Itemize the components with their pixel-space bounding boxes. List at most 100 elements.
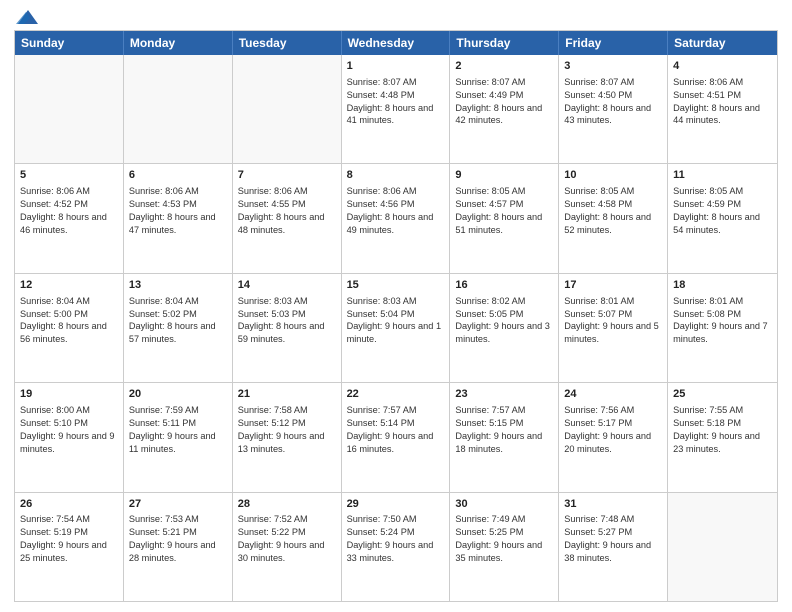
cell-details: Sunrise: 8:06 AM Sunset: 4:53 PM Dayligh…	[129, 185, 227, 237]
day-number: 11	[673, 168, 772, 183]
day-number: 3	[564, 59, 662, 74]
cal-cell: 7Sunrise: 8:06 AM Sunset: 4:55 PM Daylig…	[233, 164, 342, 272]
cal-cell: 8 Sunrise: 8:06 AM Sunset: 4:56 PM Daylig…	[342, 164, 451, 272]
day-number: 25	[673, 387, 772, 402]
day-number: 16	[455, 278, 553, 293]
day-number: 4	[673, 59, 772, 74]
cell-details: Sunrise: 8:07 AM Sunset: 4:49 PM Dayligh…	[455, 76, 553, 128]
day-number: 26	[20, 497, 118, 512]
cell-details: Sunrise: 8:03 AM Sunset: 5:03 PM Dayligh…	[238, 295, 336, 347]
week-row-1: 1 Sunrise: 8:07 AM Sunset: 4:48 PM Daylig…	[15, 55, 777, 164]
day-number: 10	[564, 168, 662, 183]
cal-cell: 16 Sunrise: 8:02 AM Sunset: 5:05 PM Dayli…	[450, 274, 559, 382]
day-number: 1	[347, 59, 445, 74]
week-row-5: 26Sunrise: 7:54 AM Sunset: 5:19 PM Dayli…	[15, 493, 777, 601]
day-number: 2	[455, 59, 553, 74]
calendar-body: 1 Sunrise: 8:07 AM Sunset: 4:48 PM Daylig…	[15, 55, 777, 601]
cal-cell: 11 Sunrise: 8:05 AM Sunset: 4:59 PM Dayli…	[668, 164, 777, 272]
cell-details: Sunrise: 8:02 AM Sunset: 5:05 PM Dayligh…	[455, 295, 553, 347]
cell-details: Sunrise: 8:05 AM Sunset: 4:57 PM Dayligh…	[455, 185, 553, 237]
cal-cell	[124, 55, 233, 163]
header	[14, 10, 778, 24]
day-number: 28	[238, 497, 336, 512]
day-header-wednesday: Wednesday	[342, 31, 451, 55]
day-number: 8	[347, 168, 445, 183]
cell-details: Sunrise: 8:06 AM Sunset: 4:52 PM Dayligh…	[20, 185, 118, 237]
cell-details: Sunrise: 8:05 AM Sunset: 4:59 PM Dayligh…	[673, 185, 772, 237]
cell-details: Sunrise: 8:07 AM Sunset: 4:50 PM Dayligh…	[564, 76, 662, 128]
cal-cell: 9Sunrise: 8:05 AM Sunset: 4:57 PM Daylig…	[450, 164, 559, 272]
day-header-saturday: Saturday	[668, 31, 777, 55]
week-row-3: 12 Sunrise: 8:04 AM Sunset: 5:00 PM Dayli…	[15, 274, 777, 383]
cal-cell: 22 Sunrise: 7:57 AM Sunset: 5:14 PM Dayli…	[342, 383, 451, 491]
cal-cell: 24Sunrise: 7:56 AM Sunset: 5:17 PM Dayli…	[559, 383, 668, 491]
cal-cell: 5Sunrise: 8:06 AM Sunset: 4:52 PM Daylig…	[15, 164, 124, 272]
cal-cell: 19 Sunrise: 8:00 AM Sunset: 5:10 PM Dayli…	[15, 383, 124, 491]
cal-cell: 17 Sunrise: 8:01 AM Sunset: 5:07 PM Dayli…	[559, 274, 668, 382]
cal-cell: 30Sunrise: 7:49 AM Sunset: 5:25 PM Dayli…	[450, 493, 559, 601]
day-number: 18	[673, 278, 772, 293]
day-header-tuesday: Tuesday	[233, 31, 342, 55]
cell-details: Sunrise: 8:00 AM Sunset: 5:10 PM Dayligh…	[20, 404, 118, 456]
cell-details: Sunrise: 7:55 AM Sunset: 5:18 PM Dayligh…	[673, 404, 772, 456]
cell-details: Sunrise: 7:54 AM Sunset: 5:19 PM Dayligh…	[20, 513, 118, 565]
day-header-friday: Friday	[559, 31, 668, 55]
cal-cell: 6 Sunrise: 8:06 AM Sunset: 4:53 PM Daylig…	[124, 164, 233, 272]
cell-details: Sunrise: 8:04 AM Sunset: 5:00 PM Dayligh…	[20, 295, 118, 347]
day-number: 20	[129, 387, 227, 402]
cell-details: Sunrise: 7:59 AM Sunset: 5:11 PM Dayligh…	[129, 404, 227, 456]
calendar-header-row: SundayMondayTuesdayWednesdayThursdayFrid…	[15, 31, 777, 55]
cal-cell: 31Sunrise: 7:48 AM Sunset: 5:27 PM Dayli…	[559, 493, 668, 601]
cal-cell	[15, 55, 124, 163]
cal-cell: 27Sunrise: 7:53 AM Sunset: 5:21 PM Dayli…	[124, 493, 233, 601]
cal-cell: 20 Sunrise: 7:59 AM Sunset: 5:11 PM Dayli…	[124, 383, 233, 491]
day-number: 17	[564, 278, 662, 293]
day-number: 12	[20, 278, 118, 293]
cell-details: Sunrise: 7:56 AM Sunset: 5:17 PM Dayligh…	[564, 404, 662, 456]
cell-details: Sunrise: 8:07 AM Sunset: 4:48 PM Dayligh…	[347, 76, 445, 128]
cell-details: Sunrise: 7:58 AM Sunset: 5:12 PM Dayligh…	[238, 404, 336, 456]
day-number: 15	[347, 278, 445, 293]
cal-cell: 28Sunrise: 7:52 AM Sunset: 5:22 PM Dayli…	[233, 493, 342, 601]
cal-cell: 2 Sunrise: 8:07 AM Sunset: 4:49 PM Daylig…	[450, 55, 559, 163]
cal-cell: 10 Sunrise: 8:05 AM Sunset: 4:58 PM Dayli…	[559, 164, 668, 272]
cell-details: Sunrise: 7:50 AM Sunset: 5:24 PM Dayligh…	[347, 513, 445, 565]
day-number: 31	[564, 497, 662, 512]
cal-cell: 21 Sunrise: 7:58 AM Sunset: 5:12 PM Dayli…	[233, 383, 342, 491]
cal-cell: 12 Sunrise: 8:04 AM Sunset: 5:00 PM Dayli…	[15, 274, 124, 382]
cell-details: Sunrise: 7:53 AM Sunset: 5:21 PM Dayligh…	[129, 513, 227, 565]
cal-cell: 1 Sunrise: 8:07 AM Sunset: 4:48 PM Daylig…	[342, 55, 451, 163]
cal-cell: 13Sunrise: 8:04 AM Sunset: 5:02 PM Dayli…	[124, 274, 233, 382]
cell-details: Sunrise: 8:01 AM Sunset: 5:07 PM Dayligh…	[564, 295, 662, 347]
day-number: 22	[347, 387, 445, 402]
cell-details: Sunrise: 8:06 AM Sunset: 4:56 PM Dayligh…	[347, 185, 445, 237]
day-number: 21	[238, 387, 336, 402]
cell-details: Sunrise: 8:05 AM Sunset: 4:58 PM Dayligh…	[564, 185, 662, 237]
day-number: 30	[455, 497, 553, 512]
day-number: 19	[20, 387, 118, 402]
cal-cell: 18 Sunrise: 8:01 AM Sunset: 5:08 PM Dayli…	[668, 274, 777, 382]
week-row-2: 5Sunrise: 8:06 AM Sunset: 4:52 PM Daylig…	[15, 164, 777, 273]
cell-details: Sunrise: 8:01 AM Sunset: 5:08 PM Dayligh…	[673, 295, 772, 347]
day-header-sunday: Sunday	[15, 31, 124, 55]
cell-details: Sunrise: 8:04 AM Sunset: 5:02 PM Dayligh…	[129, 295, 227, 347]
cell-details: Sunrise: 8:03 AM Sunset: 5:04 PM Dayligh…	[347, 295, 445, 347]
cal-cell: 15 Sunrise: 8:03 AM Sunset: 5:04 PM Dayli…	[342, 274, 451, 382]
day-header-monday: Monday	[124, 31, 233, 55]
cell-details: Sunrise: 7:49 AM Sunset: 5:25 PM Dayligh…	[455, 513, 553, 565]
cell-details: Sunrise: 7:52 AM Sunset: 5:22 PM Dayligh…	[238, 513, 336, 565]
cell-details: Sunrise: 7:48 AM Sunset: 5:27 PM Dayligh…	[564, 513, 662, 565]
cal-cell: 23Sunrise: 7:57 AM Sunset: 5:15 PM Dayli…	[450, 383, 559, 491]
logo-icon	[16, 10, 38, 24]
day-number: 14	[238, 278, 336, 293]
cal-cell	[668, 493, 777, 601]
cal-cell: 4 Sunrise: 8:06 AM Sunset: 4:51 PM Daylig…	[668, 55, 777, 163]
cal-cell: 26Sunrise: 7:54 AM Sunset: 5:19 PM Dayli…	[15, 493, 124, 601]
cal-cell	[233, 55, 342, 163]
cell-details: Sunrise: 7:57 AM Sunset: 5:14 PM Dayligh…	[347, 404, 445, 456]
cell-details: Sunrise: 8:06 AM Sunset: 4:51 PM Dayligh…	[673, 76, 772, 128]
calendar: SundayMondayTuesdayWednesdayThursdayFrid…	[14, 30, 778, 602]
day-number: 6	[129, 168, 227, 183]
page: SundayMondayTuesdayWednesdayThursdayFrid…	[0, 0, 792, 612]
cal-cell: 25 Sunrise: 7:55 AM Sunset: 5:18 PM Dayli…	[668, 383, 777, 491]
